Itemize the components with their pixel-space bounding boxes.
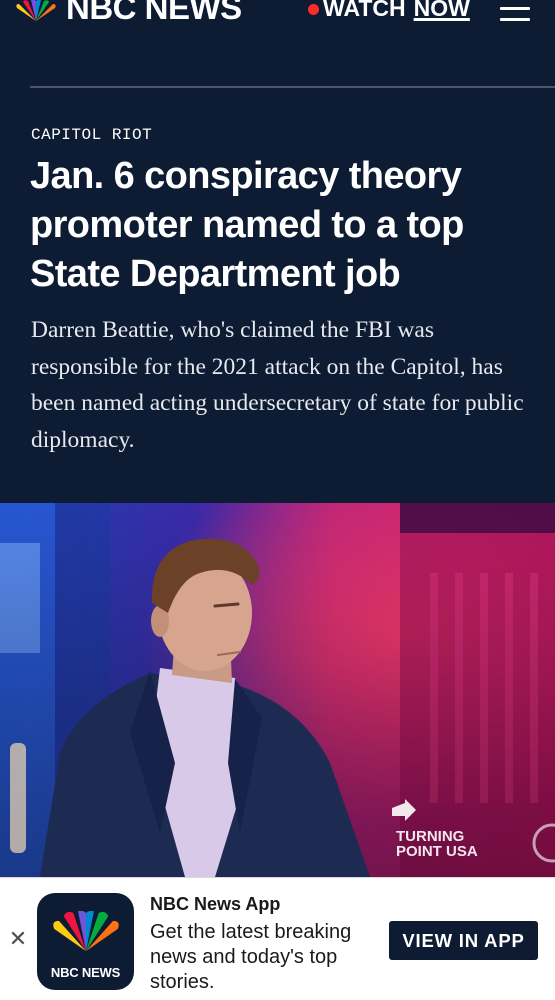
article-photo: TURNING POINT USA xyxy=(0,503,555,877)
nbc-news-app-icon[interactable]: NBC NEWS xyxy=(37,893,134,990)
article-hero: CAPITOL RIOT Jan. 6 conspiracy theory pr… xyxy=(0,86,555,503)
peacock-logo-icon xyxy=(53,911,119,952)
now-label: NOW xyxy=(413,0,470,21)
photo-sign-line-2: POINT USA xyxy=(396,843,478,860)
article-dek: Darren Beattie, who's claimed the FBI wa… xyxy=(31,317,524,453)
header-divider xyxy=(30,86,555,88)
nbc-news-logo[interactable]: NBC NEWS xyxy=(14,0,242,24)
app-title: NBC News App xyxy=(150,894,281,914)
menu-bar xyxy=(500,18,530,21)
site-header: NBC NEWS WATCH NOW xyxy=(0,0,555,86)
close-icon[interactable]: ✕ xyxy=(8,928,28,952)
app-description: Get the latest breaking news and today's… xyxy=(150,921,352,993)
logo-text: NBC NEWS xyxy=(66,0,242,26)
live-dot-icon xyxy=(308,3,319,15)
section-label[interactable]: CAPITOL RIOT xyxy=(31,126,152,144)
hamburger-menu-icon[interactable] xyxy=(500,4,532,24)
photo-illustration: TURNING POINT USA xyxy=(0,503,555,877)
peacock-logo-icon xyxy=(16,0,56,21)
article-headline: Jan. 6 conspiracy theory promoter named … xyxy=(30,155,464,295)
watch-label: WATCH xyxy=(323,0,406,21)
app-promo-banner: ✕ NBC NEWS NBC News App Get the latest b… xyxy=(0,877,555,1000)
view-in-app-button[interactable]: VIEW IN APP xyxy=(389,921,538,960)
app-icon-text: NBC NEWS xyxy=(50,965,121,980)
watch-now-link[interactable]: WATCH NOW xyxy=(308,0,470,22)
menu-bar xyxy=(500,7,530,10)
